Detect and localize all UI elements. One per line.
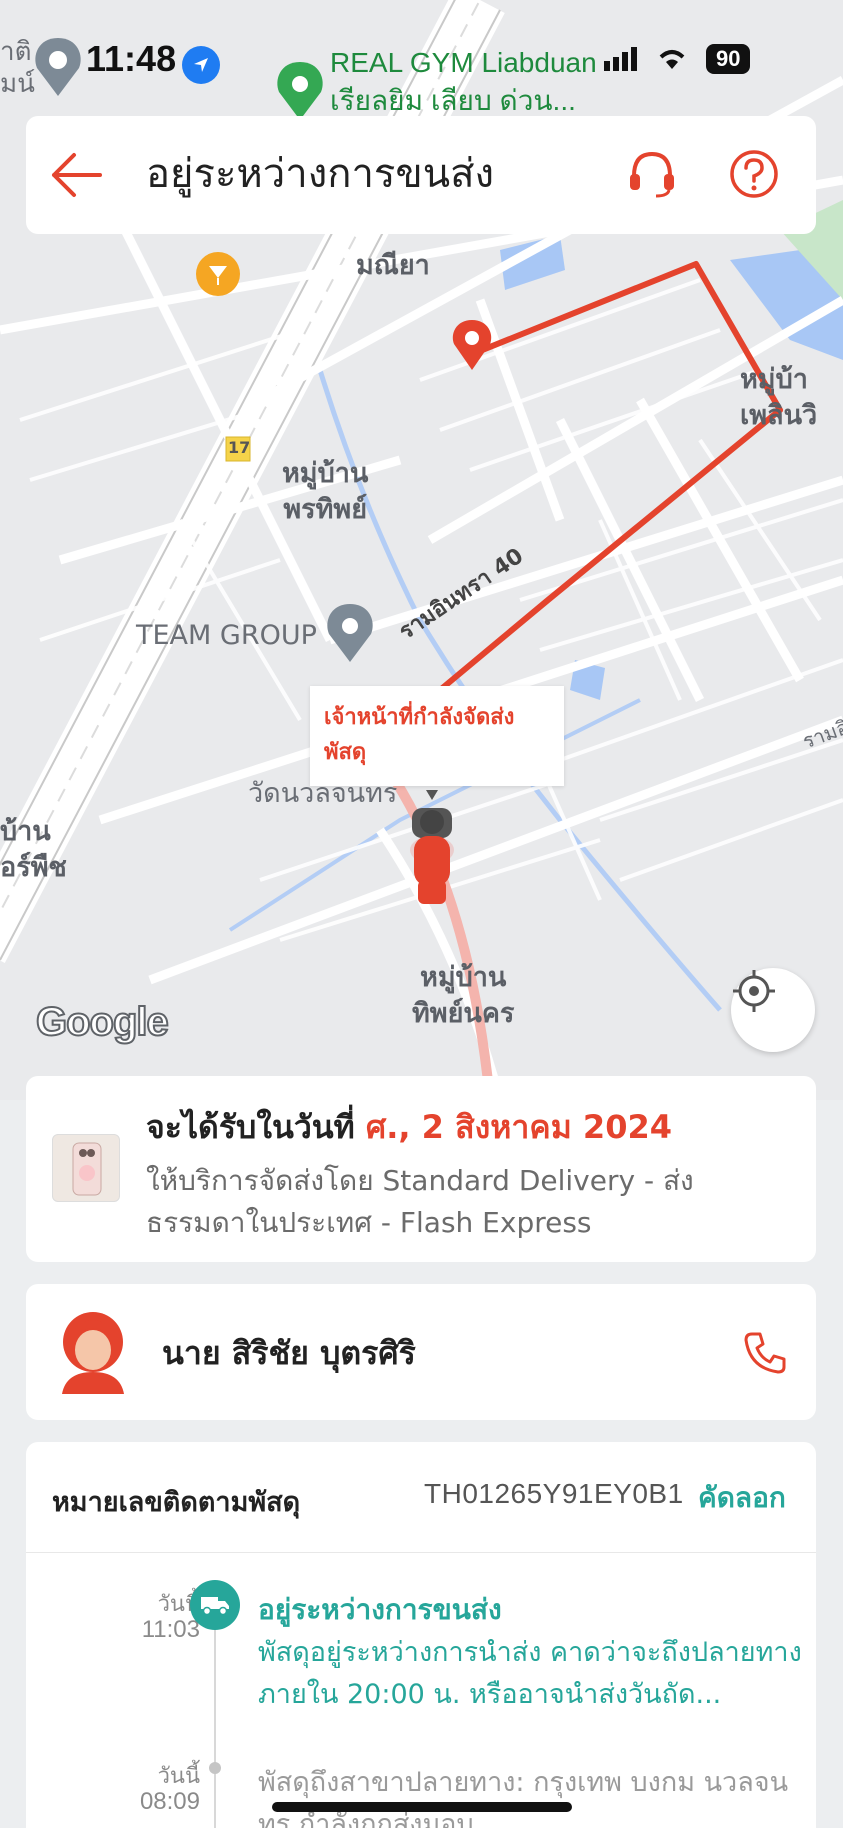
wifi-icon: [659, 50, 685, 69]
product-thumbnail: [52, 1134, 120, 1202]
map-label-maniya: มณียา: [356, 250, 430, 281]
service-description: ให้บริการจัดส่งโดย Standard Delivery - ส…: [146, 1164, 694, 1239]
gym-place-label[interactable]: REAL GYM Liabduan เรียลยิม เลียบ ด่วน...: [330, 44, 597, 120]
highway-shield: 17: [228, 438, 251, 457]
event-time: 11:03: [141, 1616, 200, 1643]
call-courier-button[interactable]: [740, 1328, 790, 1378]
home-indicator: [272, 1802, 572, 1812]
tracking-card: หมายเลขติดตามพัสดุ TH01265Y91EY0B1 คัดลอ…: [26, 1442, 816, 1828]
map-label-corner: าติ มน์: [0, 37, 35, 99]
timeline-line: [214, 1626, 216, 1828]
event-time: 08:09: [139, 1788, 200, 1815]
truck-icon: [190, 1580, 240, 1630]
back-button[interactable]: [50, 150, 104, 200]
courier-name: นาย สิริชัย บุตรศิริ: [162, 1334, 416, 1372]
status-time: 11:48: [86, 38, 177, 79]
timeline-dot: [209, 1762, 221, 1774]
gym-name: REAL GYM Liabduan: [330, 47, 597, 78]
battery-indicator: 90: [706, 44, 751, 74]
event-status: อยู่ระหว่างการขนส่ง: [258, 1593, 502, 1626]
map-label-phoenvil: หมู่บ้า เพลินวิ: [740, 364, 818, 431]
courier-bubble: เจ้าหน้าที่กำลังจัดส่ง พัสดุ: [310, 686, 564, 786]
google-logo: Google: [35, 999, 170, 1045]
help-button[interactable]: [726, 146, 782, 202]
courier-bubble-text: เจ้าหน้าที่กำลังจัดส่ง พัสดุ: [324, 705, 515, 765]
status-icons: 90: [604, 44, 751, 74]
page-title: อยู่ระหว่างการขนส่ง: [146, 151, 495, 197]
customer-support-button[interactable]: [624, 146, 680, 202]
top-app-bar: อยู่ระหว่างการขนส่ง: [26, 116, 816, 234]
delivery-estimate-card: จะได้รับในวันที่ ศ., 2 สิงหาคม 2024 ให้บ…: [26, 1076, 816, 1262]
event-description: พัสดุถึงสาขาปลายทาง: กรุงเทพ บงกม นวลจนท…: [258, 1767, 789, 1828]
courier-avatar: [58, 1310, 128, 1394]
gym-name-thai: เรียลยิม เลียบ ด่วน...: [330, 85, 576, 116]
eta-date: ศ., 2 สิงหาคม 2024: [365, 1108, 672, 1146]
eta-prefix: จะได้รับในวันที่: [146, 1108, 366, 1146]
divider: [26, 1552, 816, 1553]
arrow-left-icon: [52, 153, 102, 197]
map-label-thipnakorn: หมู่บ้าน ทิพย์นคร: [412, 962, 515, 1029]
courier-card: นาย สิริชัย บุตรศิริ: [26, 1284, 816, 1420]
locate-me-button[interactable]: [731, 968, 815, 1052]
map-label-pornthip: หมู่บ้าน พรทิพย์: [282, 458, 369, 525]
phone-icon: [744, 1332, 786, 1374]
map-label-left: บ้าน อร์พืช: [0, 816, 67, 883]
map-label-team-group: TEAM GROUP: [136, 620, 317, 651]
headset-icon: [630, 151, 674, 198]
signal-icon: [604, 47, 637, 71]
eta-text: จะได้รับในวันที่ ศ., 2 สิงหาคม 2024: [146, 1104, 672, 1150]
copy-tracking-button[interactable]: คัดลอก: [698, 1476, 786, 1520]
crosshair-icon: [733, 970, 775, 1012]
tracking-number: TH01265Y91EY0B1: [424, 1478, 684, 1509]
location-arrow-icon: [182, 46, 220, 84]
tracking-label: หมายเลขติดตามพัสดุ: [52, 1487, 301, 1518]
question-circle-icon: [730, 150, 778, 198]
event-description: พัสดุอยู่ระหว่างการนำส่ง คาดว่าจะถึงปลาย…: [258, 1637, 802, 1710]
